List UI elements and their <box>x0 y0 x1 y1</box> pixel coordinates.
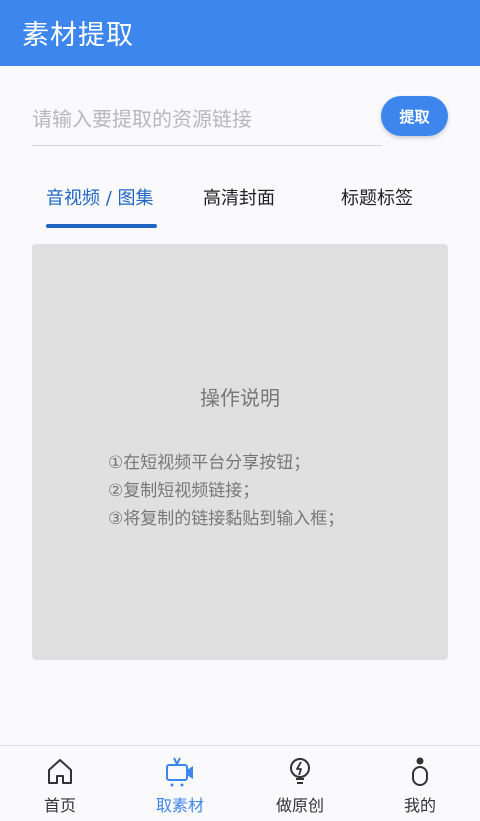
active-tab-indicator <box>46 224 157 228</box>
instructions-title: 操作说明 <box>200 386 280 410</box>
camera-icon <box>166 757 193 787</box>
extract-button[interactable]: 提取 <box>381 96 448 136</box>
home-icon <box>48 759 72 784</box>
bottom-nav: 首页 取素材 做原创 我的 <box>0 745 480 821</box>
tab-title-tags[interactable]: 标题标签 <box>341 172 413 228</box>
page-title: 素材提取 <box>22 20 134 51</box>
nav-item-create[interactable]: 做原创 <box>240 746 360 821</box>
app-bar: 素材提取 <box>0 0 480 66</box>
nav-label: 我的 <box>403 796 436 815</box>
instructions-card: 操作说明 ①在短视频平台分享按钮； ②复制短视频链接； ③将复制的链接黏贴到输入… <box>32 244 448 660</box>
tab-hd-cover[interactable]: 高清封面 <box>203 172 275 228</box>
tab-video-gallery[interactable]: 音视频 / 图集 <box>46 172 154 228</box>
nav-label: 取素材 <box>155 796 204 815</box>
instruction-step: ②复制短视频链接； <box>108 481 260 501</box>
instruction-step: ①在短视频平台分享按钮； <box>108 453 311 473</box>
nav-item-me[interactable]: 我的 <box>360 746 480 821</box>
lightbulb-icon <box>290 758 310 784</box>
user-icon <box>412 757 428 786</box>
nav-label: 首页 <box>43 796 76 815</box>
nav-item-get-material[interactable]: 取素材 <box>120 746 240 821</box>
tab-bar: 音视频 / 图集 高清封面 标题标签 <box>32 172 448 230</box>
nav-item-home[interactable]: 首页 <box>0 746 120 821</box>
instruction-step: ③将复制的链接黏贴到输入框； <box>108 509 345 529</box>
link-input[interactable] <box>32 94 382 146</box>
nav-label: 做原创 <box>275 796 324 815</box>
search-row: 提取 <box>32 94 448 150</box>
